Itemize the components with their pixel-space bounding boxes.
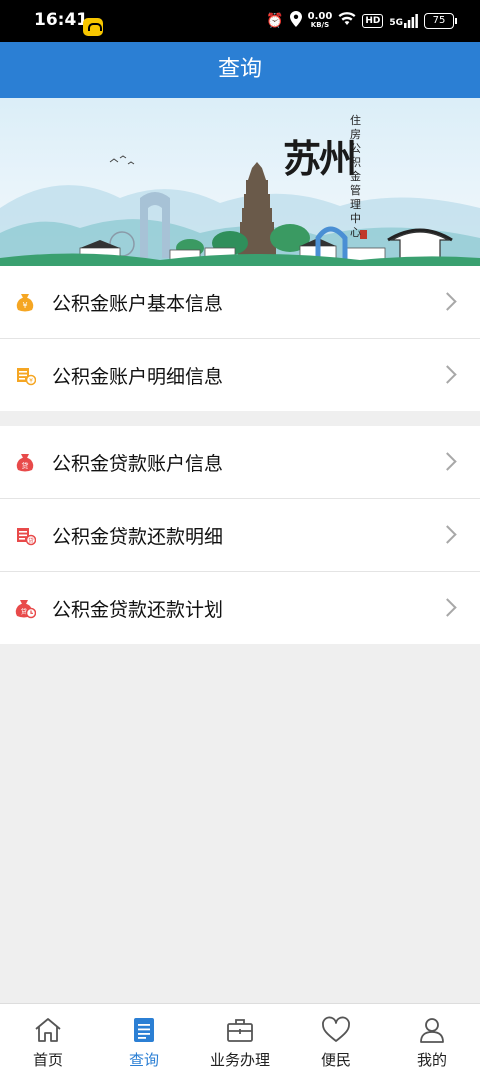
menu-item-label: 公积金贷款账户信息 xyxy=(52,452,224,475)
money-bag-icon: ¥ xyxy=(16,294,34,312)
tab-query[interactable]: 查询 xyxy=(96,1004,192,1074)
svg-text:¥: ¥ xyxy=(22,301,27,310)
network-speed: 0.00 KB/S xyxy=(308,12,333,30)
chevron-right-icon xyxy=(438,525,457,544)
signal-icon: 5G xyxy=(389,14,418,28)
chevron-right-icon xyxy=(438,598,457,617)
menu-item-label: 公积金账户明细信息 xyxy=(52,365,224,388)
tab-label: 查询 xyxy=(128,1051,159,1069)
coin-list-icon: ¥ xyxy=(17,368,36,386)
menu-item-loan-repayment-plan[interactable]: 贷 公积金贷款还款计划 xyxy=(0,572,480,644)
location-icon xyxy=(289,10,302,32)
menu-item-account-basic-info[interactable]: ¥ 公积金账户基本信息 xyxy=(0,266,480,339)
heart-icon xyxy=(322,1016,350,1042)
menu-group-account: ¥ 公积金账户基本信息 ¥ 公积金账户明细信息 xyxy=(0,266,480,411)
menu-item-loan-repayment-detail[interactable]: 贷 公积金贷款还款明细 xyxy=(0,499,480,572)
tab-mine[interactable]: 我的 xyxy=(384,1004,480,1074)
status-time: 16:41 xyxy=(34,10,89,30)
tab-label: 便民 xyxy=(320,1051,351,1069)
network-speed-unit: KB/S xyxy=(310,21,330,29)
loan-plan-icon: 贷 xyxy=(15,600,36,619)
page-title: 查询 xyxy=(217,57,262,82)
query-doc-icon xyxy=(134,1018,154,1042)
chevron-right-icon xyxy=(438,365,457,384)
tab-label: 我的 xyxy=(416,1051,447,1069)
menu-item-label: 公积金账户基本信息 xyxy=(52,292,224,315)
user-icon xyxy=(420,1018,444,1043)
alarm-icon: ⏰ xyxy=(266,13,284,29)
tab-home[interactable]: 首页 xyxy=(0,1004,96,1074)
menu-group-loan: 贷 公积金贷款账户信息 贷 公积金贷款还款明细 贷 公积金贷款还款计划 xyxy=(0,426,480,644)
tab-label: 业务办理 xyxy=(209,1051,270,1069)
network-speed-value: 0.00 xyxy=(307,11,333,22)
bottom-tab-bar: 首页 查询 业务办理 便民 我的 xyxy=(0,1003,480,1074)
banner-subtitle: 住房公积金管理中心 xyxy=(350,114,361,239)
home-icon xyxy=(35,1018,61,1042)
page-header: 查询 xyxy=(0,42,480,98)
status-bar: 16:41 ⏰ 0.00 KB/S HD 5G 75 xyxy=(0,0,480,42)
wifi-icon xyxy=(338,11,356,31)
signal-label: 5G xyxy=(389,18,403,28)
chevron-right-icon xyxy=(438,292,457,311)
svg-text:贷: 贷 xyxy=(28,537,34,545)
loan-list-icon: 贷 xyxy=(17,528,36,546)
tab-label: 首页 xyxy=(32,1051,63,1069)
hd-badge: HD xyxy=(362,14,384,28)
briefcase-icon xyxy=(227,1019,253,1042)
menu-item-label: 公积金贷款还款明细 xyxy=(52,525,224,548)
banner-illustration xyxy=(0,98,480,266)
battery-icon: 75 xyxy=(424,13,457,29)
menu-item-label: 公积金贷款还款计划 xyxy=(52,598,224,621)
chevron-right-icon xyxy=(438,452,457,471)
menu-item-account-detail-info[interactable]: ¥ 公积金账户明细信息 xyxy=(0,339,480,411)
tab-convenience[interactable]: 便民 xyxy=(288,1004,384,1074)
banner-title: 苏州 xyxy=(283,136,357,181)
banner-image: 苏州 住房公积金管理中心 xyxy=(0,98,480,266)
menu-item-loan-account-info[interactable]: 贷 公积金贷款账户信息 xyxy=(0,426,480,499)
svg-text:贷: 贷 xyxy=(22,461,29,470)
svg-text:¥: ¥ xyxy=(29,378,33,385)
status-icons: ⏰ 0.00 KB/S HD 5G 75 xyxy=(266,10,457,32)
tab-business[interactable]: 业务办理 xyxy=(192,1004,288,1074)
app-notification-icon xyxy=(83,18,103,36)
loan-bag-icon: 贷 xyxy=(16,454,34,472)
